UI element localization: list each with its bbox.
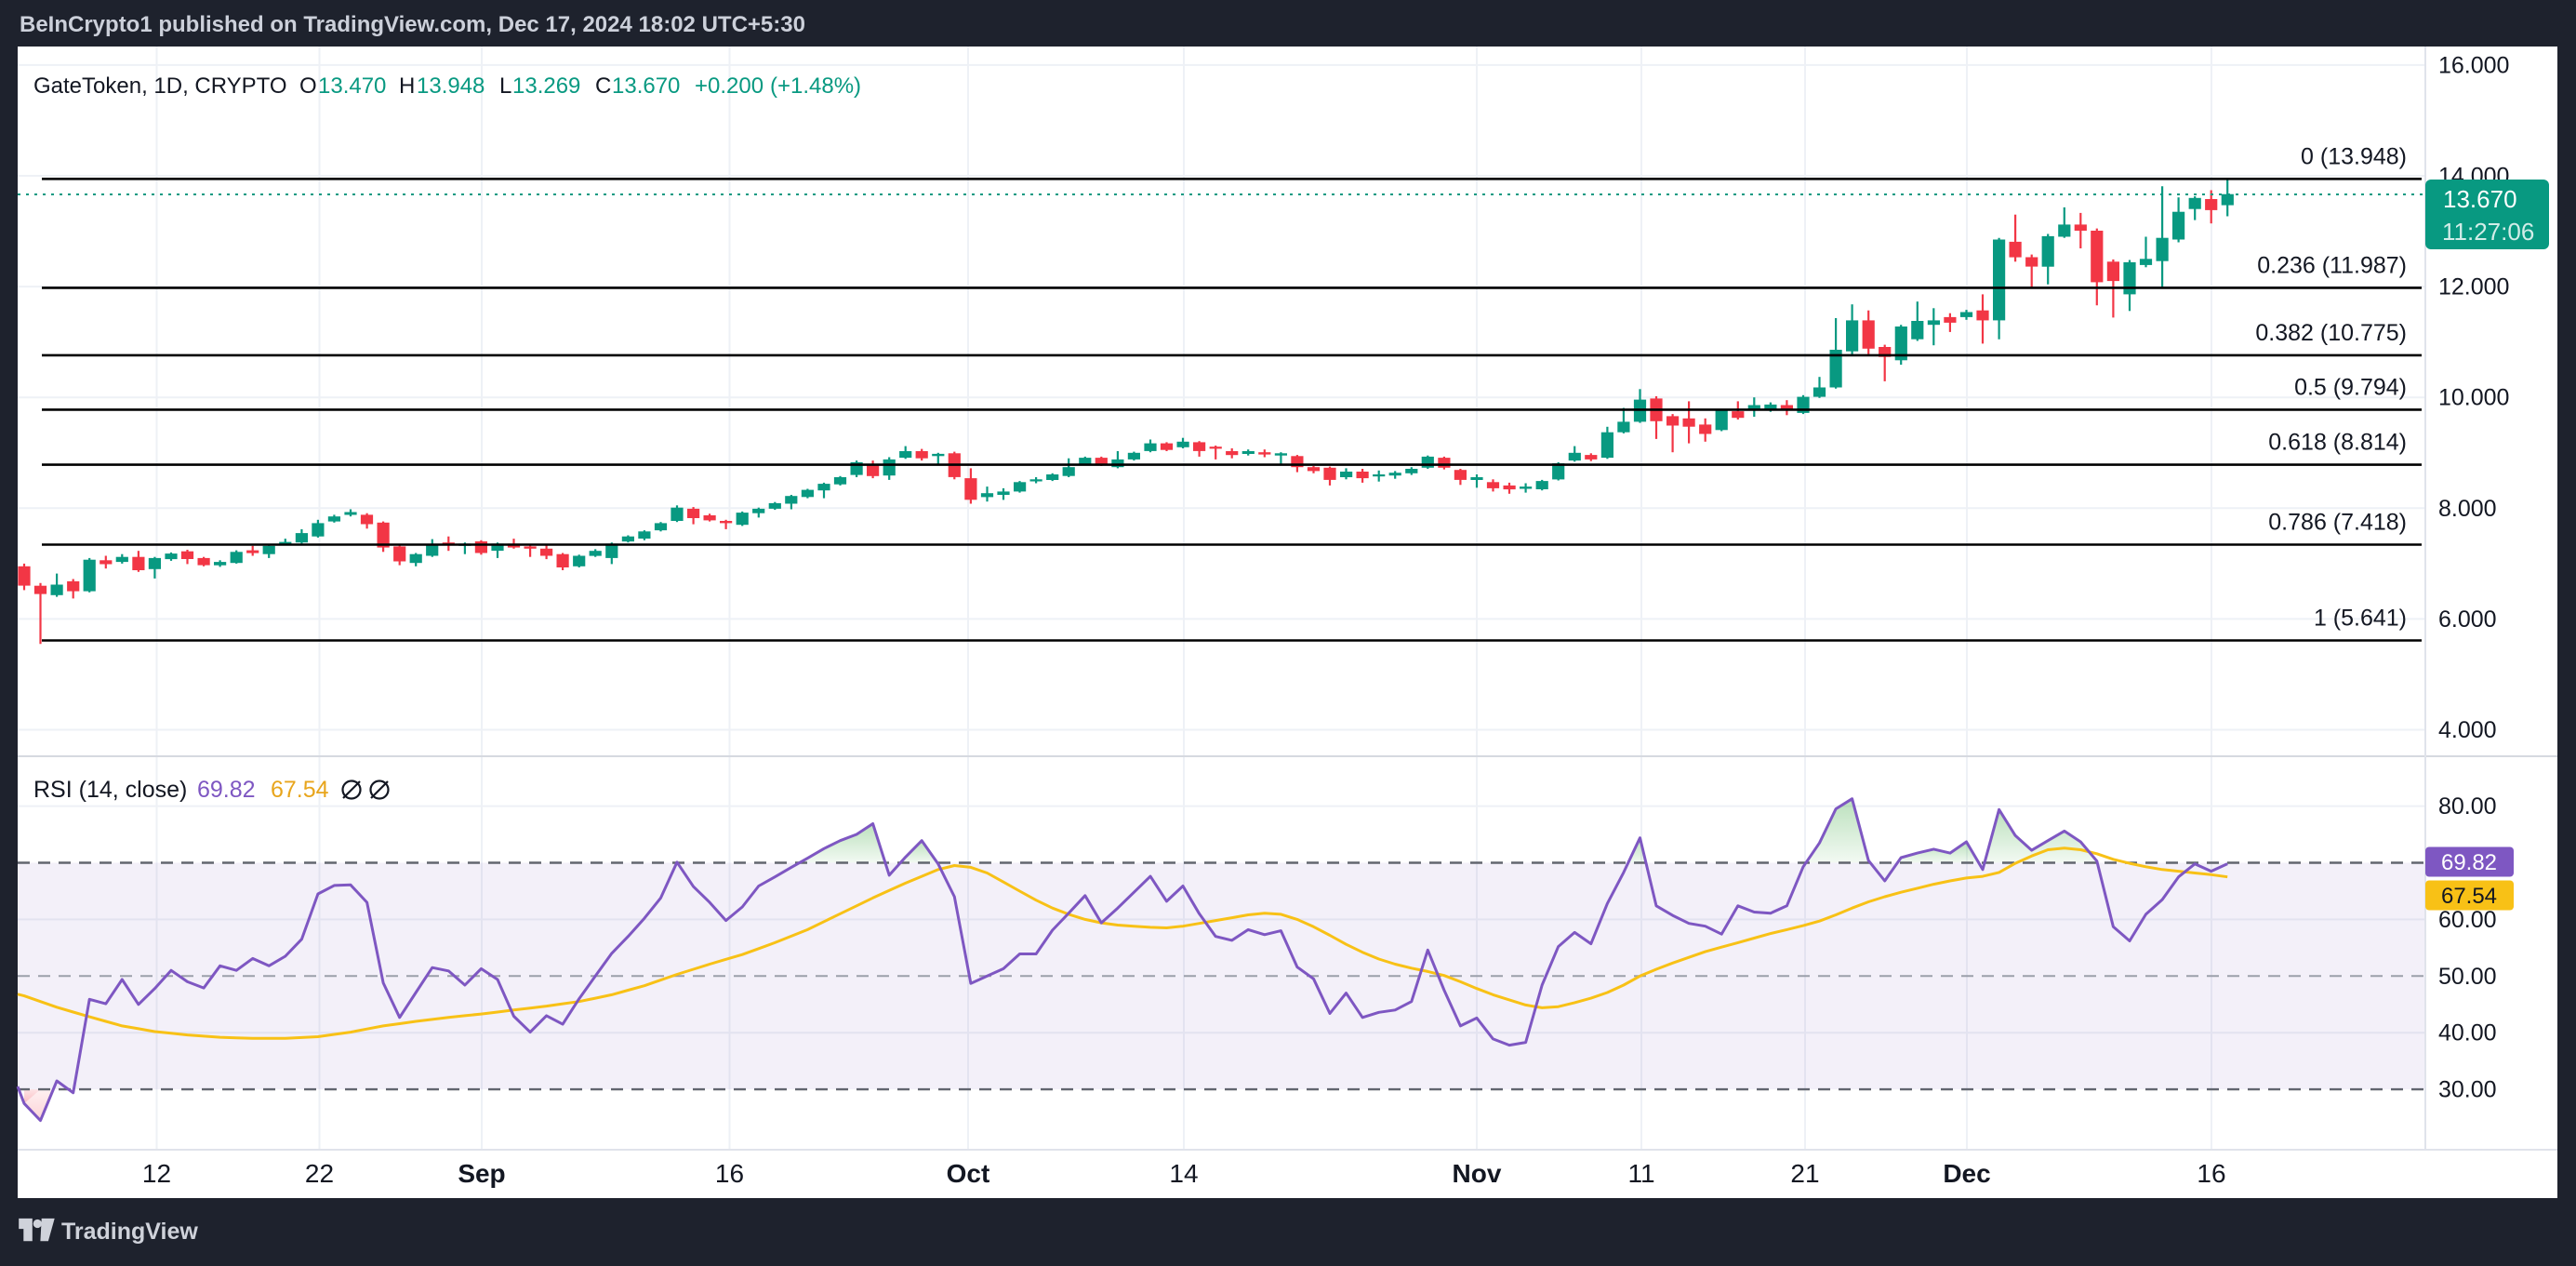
- svg-text:60.00: 60.00: [2438, 907, 2497, 933]
- svg-text:11:27:06: 11:27:06: [2442, 218, 2534, 246]
- svg-text:1 (5.641): 1 (5.641): [2314, 606, 2407, 632]
- svg-text:67.54: 67.54: [2441, 884, 2497, 909]
- svg-text:0 (13.948): 0 (13.948): [2301, 143, 2407, 169]
- svg-text:TradingView: TradingView: [61, 1219, 198, 1245]
- svg-text:13.470: 13.470: [318, 73, 386, 99]
- svg-text:13.269: 13.269: [512, 73, 580, 99]
- svg-text:16: 16: [715, 1159, 744, 1188]
- svg-text:21: 21: [1790, 1159, 1819, 1188]
- svg-text:Nov: Nov: [1453, 1159, 1502, 1188]
- svg-text:(+1.48%): (+1.48%): [770, 73, 861, 99]
- svg-text:67.54: 67.54: [271, 777, 329, 803]
- svg-text:0.5 (9.794): 0.5 (9.794): [2294, 374, 2407, 400]
- svg-text:13.948: 13.948: [417, 73, 485, 99]
- svg-text:22: 22: [305, 1159, 334, 1188]
- svg-text:10.000: 10.000: [2438, 385, 2509, 411]
- svg-text:14: 14: [1169, 1159, 1198, 1188]
- svg-text:12.000: 12.000: [2438, 274, 2509, 300]
- svg-text:13.670: 13.670: [2443, 185, 2517, 213]
- svg-text:+0.200: +0.200: [695, 73, 764, 99]
- svg-text:Sep: Sep: [458, 1159, 505, 1188]
- svg-text:69.82: 69.82: [197, 777, 256, 803]
- svg-text:C: C: [595, 73, 611, 99]
- svg-text:13.670: 13.670: [612, 73, 680, 99]
- svg-text:L: L: [499, 73, 511, 99]
- svg-text:16: 16: [2197, 1159, 2225, 1188]
- svg-text:BeInCrypto1 published on Tradi: BeInCrypto1 published on TradingView.com…: [20, 12, 805, 37]
- svg-text:8.000: 8.000: [2438, 496, 2497, 522]
- svg-text:0.236 (11.987): 0.236 (11.987): [2257, 252, 2407, 278]
- svg-text:O: O: [299, 73, 317, 99]
- svg-text:50.00: 50.00: [2438, 964, 2497, 990]
- svg-text:0.618 (8.814): 0.618 (8.814): [2268, 430, 2407, 456]
- svg-text:40.00: 40.00: [2438, 1020, 2497, 1046]
- svg-text:Oct: Oct: [947, 1159, 990, 1188]
- svg-text:6.000: 6.000: [2438, 606, 2497, 633]
- svg-text:Dec: Dec: [1943, 1159, 1990, 1188]
- svg-text:12: 12: [142, 1159, 171, 1188]
- svg-text:30.00: 30.00: [2438, 1077, 2497, 1103]
- svg-text:RSI (14, close): RSI (14, close): [33, 777, 187, 803]
- svg-text:80.00: 80.00: [2438, 793, 2497, 820]
- svg-text:GateToken, 1D, CRYPTO: GateToken, 1D, CRYPTO: [33, 73, 287, 99]
- svg-text:4.000: 4.000: [2438, 717, 2497, 743]
- svg-text:H: H: [399, 73, 415, 99]
- svg-text:16.000: 16.000: [2438, 52, 2509, 78]
- svg-text:0.786 (7.418): 0.786 (7.418): [2268, 510, 2407, 536]
- svg-text:11: 11: [1627, 1159, 1654, 1188]
- svg-text:69.82: 69.82: [2441, 850, 2497, 875]
- svg-text:0.382 (10.775): 0.382 (10.775): [2255, 320, 2407, 346]
